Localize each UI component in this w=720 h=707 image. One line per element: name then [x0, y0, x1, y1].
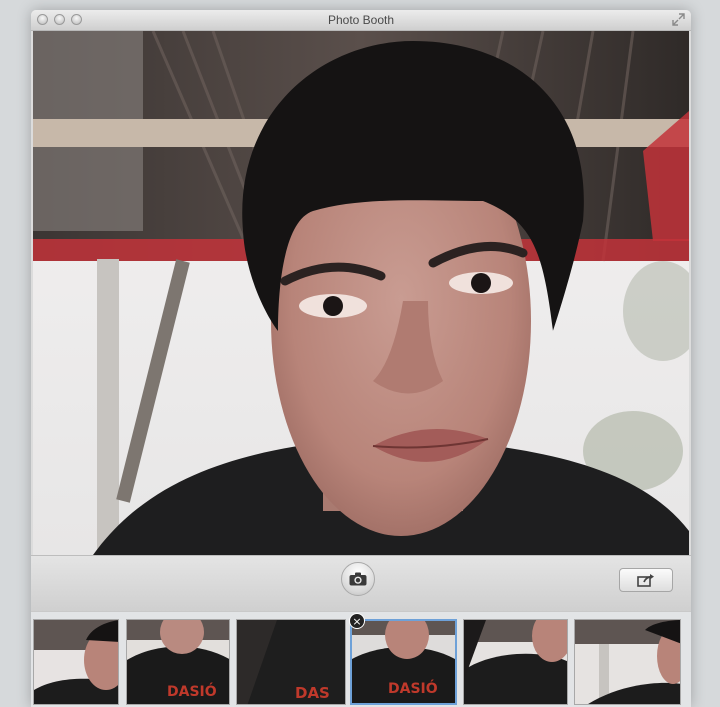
thumbnail[interactable] [574, 619, 681, 705]
camera-preview [33, 31, 689, 555]
shirt-text: DAS [295, 684, 330, 702]
shirt-text: DASIÓ [167, 682, 217, 700]
thumbnail[interactable] [33, 619, 119, 705]
filmstrip: DASIÓ DAS DASIÓ × [31, 611, 691, 707]
thumbnail[interactable]: DAS [236, 619, 346, 705]
share-icon [637, 574, 654, 587]
thumbnail[interactable] [463, 619, 568, 705]
photo-booth-window: Photo Booth DASIÓ DAS DASIÓ × [31, 10, 691, 707]
camera-preview-image [33, 31, 689, 555]
delete-photo-button[interactable]: × [349, 613, 365, 629]
camera-icon [349, 572, 367, 586]
toolbar [31, 555, 691, 612]
shirt-text: DASIÓ [388, 679, 438, 697]
window-title: Photo Booth [327, 13, 395, 27]
thumbnail-selected[interactable]: DASIÓ [350, 619, 457, 705]
thumbnail[interactable]: DASIÓ [126, 619, 230, 705]
take-photo-button[interactable] [341, 562, 375, 596]
share-button[interactable] [619, 568, 673, 592]
fullscreen-icon[interactable] [672, 13, 685, 26]
title-bar[interactable]: Photo Booth [31, 10, 691, 31]
